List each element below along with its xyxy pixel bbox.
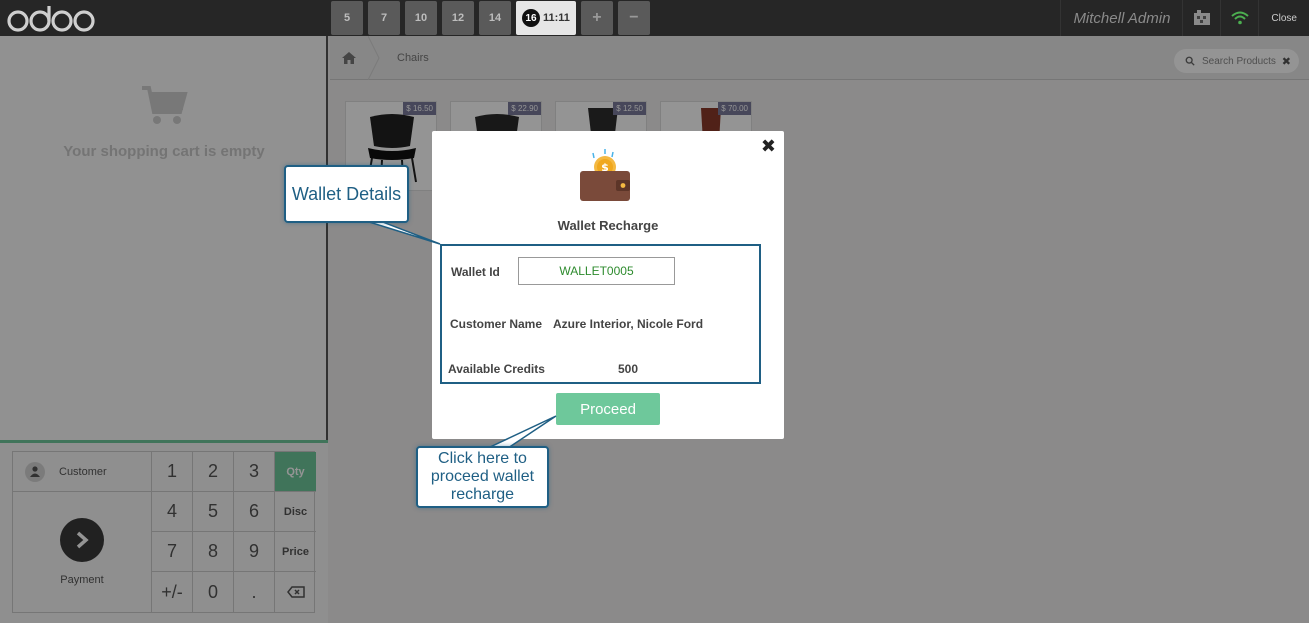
customer-name-value: Azure Interior, Nicole Ford (553, 317, 704, 331)
order-selector: 5 7 10 12 14 16 11:11 + − (331, 0, 655, 36)
proceed-button[interactable]: Proceed (556, 393, 660, 425)
wallet-details-callout: Wallet Details (284, 165, 409, 223)
dialog-title: Wallet Recharge (557, 218, 659, 233)
close-icon[interactable]: ✖ (761, 136, 776, 157)
customer-name-label: Customer Name (450, 317, 543, 331)
available-credits-label: Available Credits (448, 362, 545, 376)
proceed-callout-line: Click here to (438, 450, 527, 467)
order-tab[interactable]: 12 (442, 1, 474, 35)
order-tab-active[interactable]: 16 11:11 (516, 1, 576, 35)
wallet-icon: $ (580, 149, 630, 201)
proceed-callout-line: proceed wallet (430, 468, 535, 485)
wifi-icon (1220, 0, 1258, 36)
order-tab[interactable]: 7 (368, 1, 400, 35)
wallet-id-field[interactable]: WALLET0005 (518, 257, 675, 285)
proceed-callout-line: recharge (450, 486, 515, 503)
topbar-right: Mitchell Admin Close (1060, 0, 1309, 36)
user-name: Mitchell Admin (1060, 0, 1182, 36)
odoo-logo (7, 6, 95, 32)
order-number: 16 (522, 9, 540, 27)
add-order-button[interactable]: + (580, 1, 613, 35)
wallet-recharge-dialog: ✖ $ Wallet Recharge Wallet Id WALLET0005… (432, 131, 784, 439)
available-credits-value: 500 (618, 362, 639, 376)
remove-order-button[interactable]: − (617, 1, 650, 35)
order-time: 11:11 (543, 12, 570, 24)
order-tab[interactable]: 10 (405, 1, 437, 35)
order-tab[interactable]: 5 (331, 1, 363, 35)
wallet-id-label: Wallet Id (451, 265, 500, 279)
barcode-scanner-icon[interactable] (1182, 0, 1220, 36)
order-tab[interactable]: 14 (479, 1, 511, 35)
wallet-details-box: Wallet Id WALLET0005 Customer Name Azure… (440, 244, 761, 384)
close-button[interactable]: Close (1258, 0, 1309, 36)
proceed-callout: Click here to proceed wallet recharge (416, 446, 549, 508)
top-bar: 5 7 10 12 14 16 11:11 + − Mitchell Admin… (0, 0, 1309, 36)
